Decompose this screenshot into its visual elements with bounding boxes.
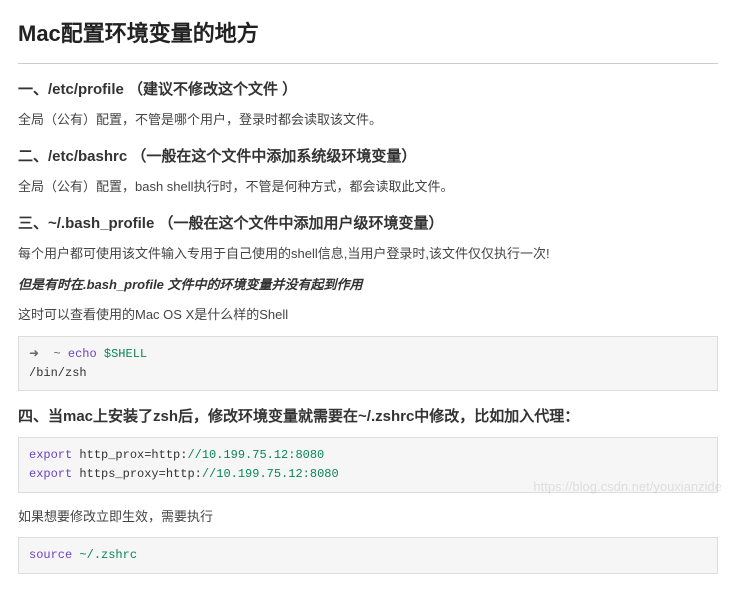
section-1-heading: 一、/etc/profile （建议不修改这个文件 ） (18, 78, 718, 102)
kw-source: source (29, 548, 72, 562)
kw-export-1: export (29, 448, 72, 462)
page-title: Mac配置环境变量的地方 (18, 16, 718, 51)
var-shell: $SHELL (104, 347, 147, 361)
section-4-heading: 四、当mac上安装了zsh后，修改环境变量就需要在~/.zshrc中修改，比如加… (18, 405, 718, 429)
prompt-tilde: ~ (53, 347, 60, 361)
assign-2: https_proxy=http: (72, 467, 202, 481)
prompt-arrow-icon: ➜ (29, 347, 39, 361)
url-2: //10.199.75.12:8080 (202, 467, 339, 481)
section-3-heading: 三、~/.bash_profile （一般在这个文件中添加用户级环境变量） (18, 212, 718, 236)
code-block-source-zshrc: source ~/.zshrc (18, 537, 718, 574)
section-1-para-1: 全局（公有）配置，不管是哪个用户，登录时都会读取该文件。 (18, 110, 718, 131)
section-2-heading: 二、/etc/bashrc （一般在这个文件中添加系统级环境变量） (18, 145, 718, 169)
code-block-shell-echo: ➜ ~ echo $SHELL /bin/zsh (18, 336, 718, 391)
code-block-export-proxy: export http_prox=http://10.199.75.12:808… (18, 437, 718, 492)
section-3-emphasis: 但是有时在.bash_profile 文件中的环境变量并没有起到作用 (18, 275, 718, 296)
url-1: //10.199.75.12:8080 (187, 448, 324, 462)
section-3-para-2: 这时可以查看使用的Mac OS X是什么样的Shell (18, 305, 718, 326)
section-3-para-1: 每个用户都可使用该文件输入专用于自己使用的shell信息,当用户登录时,该文件仅… (18, 244, 718, 265)
assign-1: http_prox=http: (72, 448, 187, 462)
section-2-para-1: 全局（公有）配置，bash shell执行时，不管是何种方式，都会读取此文件。 (18, 177, 718, 198)
section-4-after: 如果想要修改立即生效，需要执行 (18, 507, 718, 528)
echo-output: /bin/zsh (29, 366, 87, 380)
kw-export-2: export (29, 467, 72, 481)
title-divider (18, 63, 718, 64)
cmd-echo: echo (68, 347, 97, 361)
arg-zshrc: ~/.zshrc (72, 548, 137, 562)
